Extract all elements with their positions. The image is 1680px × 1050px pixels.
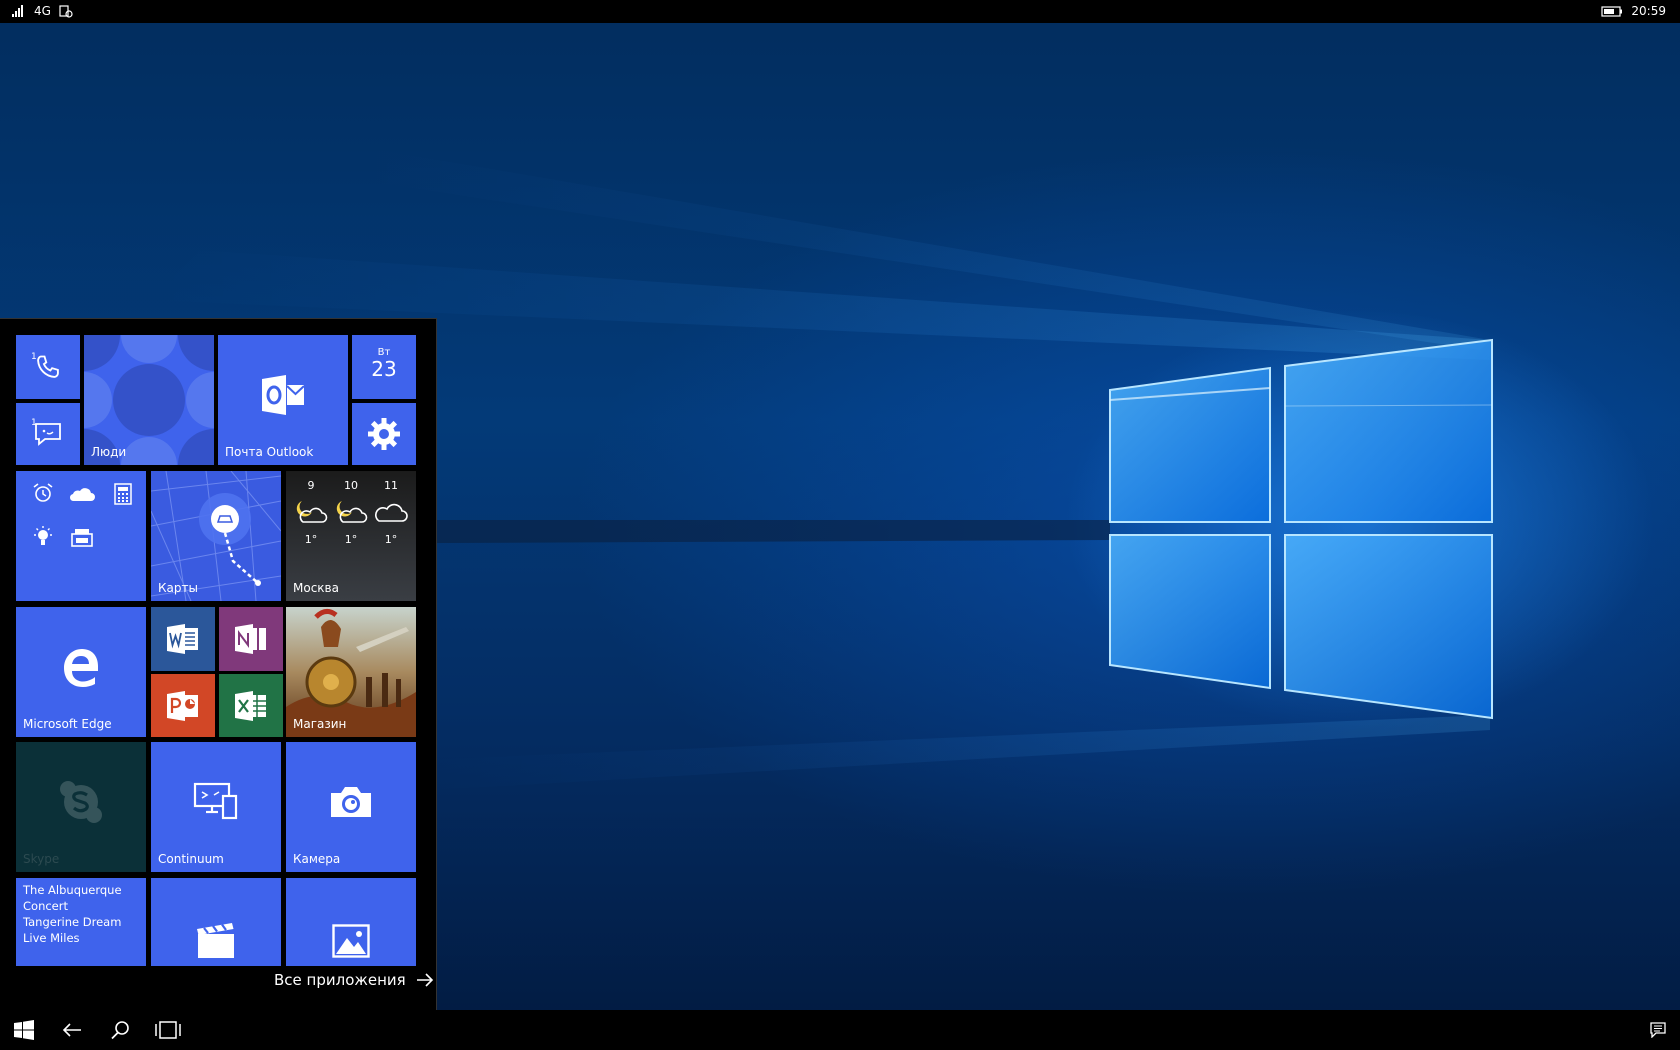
- start-menu: 1 Люди Почта Outlook Вт 23 1 Карты 9 10 …: [0, 318, 437, 1011]
- tile-app-folder[interactable]: [16, 471, 146, 601]
- forecast-temp-2: 1°: [344, 533, 358, 546]
- back-button[interactable]: [48, 1010, 96, 1050]
- weather-city-label: Москва: [293, 581, 339, 595]
- powerpoint-icon: [167, 690, 198, 721]
- tile-word[interactable]: [151, 607, 215, 671]
- tile-store[interactable]: Магазин: [286, 607, 416, 737]
- lightbulb-icon: [34, 526, 52, 545]
- back-arrow-icon: [62, 1023, 81, 1037]
- taskbar: [0, 1010, 1680, 1050]
- now-playing-line: Concert: [23, 899, 68, 913]
- excel-icon: [235, 690, 266, 721]
- tile-excel[interactable]: [219, 674, 283, 737]
- cloud-icon: [375, 503, 408, 522]
- data-transfer-icon: [59, 4, 73, 18]
- clapperboard-icon: [197, 923, 234, 958]
- tile-settings[interactable]: [352, 403, 416, 465]
- tile-photos[interactable]: [286, 878, 416, 966]
- search-icon: [111, 1021, 129, 1040]
- outlook-label: Почта Outlook: [225, 445, 314, 459]
- continuum-label: Continuum: [158, 852, 224, 866]
- now-playing-line: The Albuquerque: [23, 883, 122, 897]
- edge-label: Microsoft Edge: [23, 717, 112, 731]
- start-button[interactable]: [0, 1010, 48, 1050]
- tile-powerpoint[interactable]: [151, 674, 215, 737]
- tile-skype[interactable]: Skype: [16, 742, 146, 872]
- tile-movies-tv[interactable]: [151, 878, 281, 966]
- tile-weather[interactable]: 9 10 11 1° 1° 1° Москва: [286, 471, 416, 601]
- maps-label: Карты: [158, 581, 198, 595]
- forecast-temp-3: 1°: [384, 533, 398, 546]
- word-icon: [167, 624, 198, 654]
- clock: 20:59: [1631, 4, 1666, 18]
- all-apps-label: Все приложения: [274, 971, 406, 989]
- notification-icon: [1650, 1022, 1666, 1038]
- continuum-icon: [193, 782, 238, 819]
- tile-people[interactable]: Люди: [84, 335, 214, 465]
- tile-messaging[interactable]: 1: [16, 403, 80, 465]
- camera-label: Камера: [293, 852, 341, 866]
- network-type-label: 4G: [34, 4, 51, 18]
- outlook-icon: [262, 374, 305, 415]
- tile-maps[interactable]: Карты: [151, 471, 281, 601]
- action-center-button[interactable]: [1636, 1010, 1680, 1050]
- status-bar: 4G 20:59: [0, 0, 1680, 23]
- skype-icon: [60, 780, 102, 823]
- moon-cloud-icon: [336, 501, 368, 523]
- tile-phone[interactable]: 1: [16, 335, 80, 399]
- calculator-icon: [114, 483, 132, 505]
- windows-logo-icon: [14, 1020, 34, 1040]
- now-playing-line: Live Miles: [23, 931, 80, 945]
- messaging-icon: [35, 423, 61, 446]
- skype-label: Skype: [23, 852, 60, 866]
- forecast-temp-1: 1°: [304, 533, 318, 546]
- store-scanner-icon: [71, 529, 93, 547]
- edge-icon: [64, 648, 98, 687]
- people-label: Люди: [91, 445, 127, 459]
- task-view-button[interactable]: [144, 1010, 192, 1050]
- calendar-date: 23: [371, 357, 397, 381]
- now-playing-line: Tangerine Dream: [23, 915, 122, 929]
- arrow-right-icon: [416, 973, 433, 987]
- store-label: Магазин: [293, 717, 347, 731]
- photo-icon: [332, 924, 370, 958]
- all-apps-button[interactable]: Все приложения: [274, 971, 434, 989]
- onenote-icon: [235, 624, 266, 654]
- moon-cloud-icon: [296, 501, 328, 523]
- tile-calendar[interactable]: Вт 23: [352, 335, 416, 399]
- gear-icon: [368, 418, 400, 450]
- forecast-hour-3: 11: [384, 479, 398, 492]
- tile-camera[interactable]: Камера: [286, 742, 416, 872]
- onedrive-icon: [69, 488, 95, 502]
- battery-icon: [1601, 5, 1623, 17]
- phone-icon: [37, 355, 59, 378]
- alarm-clock-icon: [33, 483, 53, 502]
- tile-groove-music[interactable]: The Albuquerque Concert Tangerine Dream …: [16, 878, 146, 966]
- task-view-icon: [155, 1021, 181, 1039]
- tile-microsoft-edge[interactable]: Microsoft Edge: [16, 607, 146, 737]
- now-playing-text: The Albuquerque Concert Tangerine Dream …: [23, 882, 122, 946]
- tile-onenote[interactable]: [219, 607, 283, 671]
- tile-continuum[interactable]: Continuum: [151, 742, 281, 872]
- search-button[interactable]: [96, 1010, 144, 1050]
- forecast-hour-2: 10: [344, 479, 358, 492]
- forecast-hour-1: 9: [307, 479, 315, 492]
- tile-outlook-mail[interactable]: Почта Outlook: [218, 335, 348, 465]
- camera-icon: [331, 786, 371, 817]
- signal-strength-icon: [12, 5, 23, 17]
